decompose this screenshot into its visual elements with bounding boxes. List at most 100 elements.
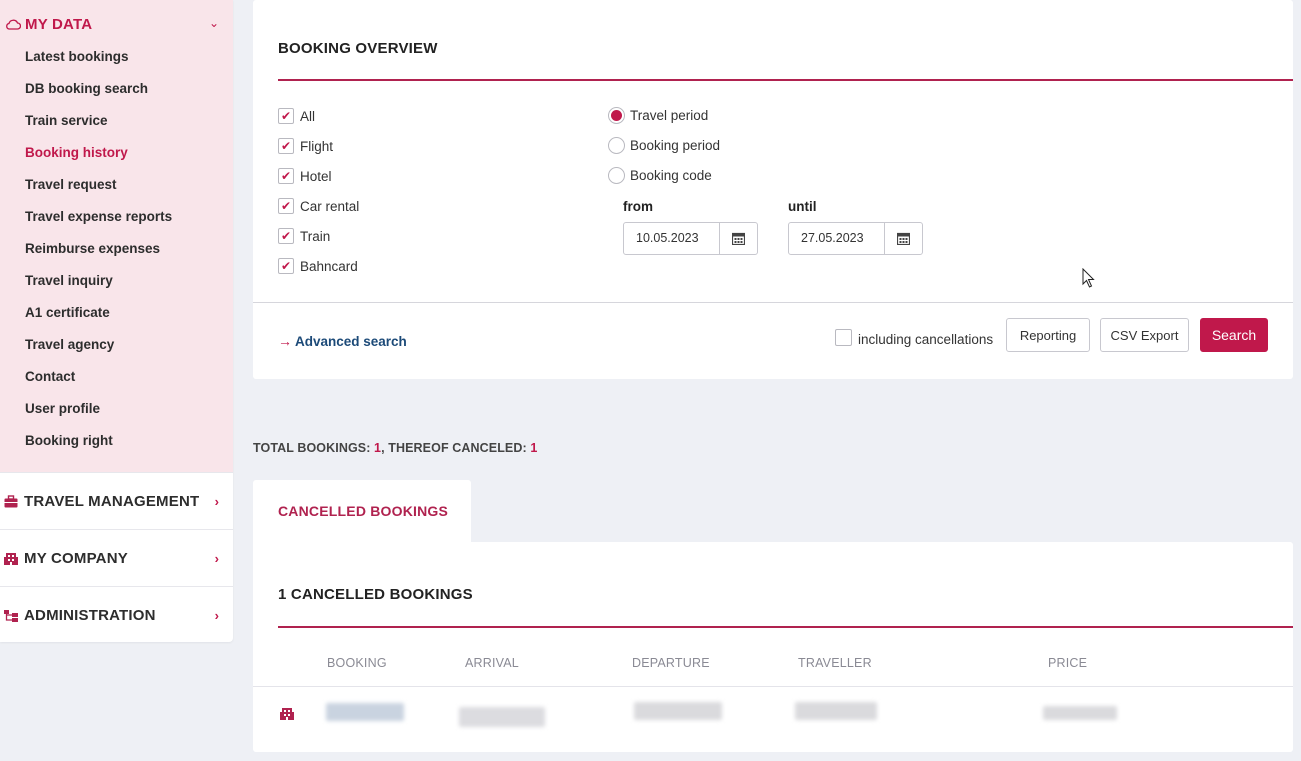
csv-export-button[interactable]: CSV Export [1100,318,1189,352]
checkbox-label: Bahncard [300,258,358,274]
sidebar-item-travel-agency[interactable]: Travel agency [25,336,172,368]
checkmark-icon[interactable]: ✔ [278,108,294,124]
sidebar-item-travel-inquiry[interactable]: Travel inquiry [25,272,172,304]
radio-dot[interactable] [608,167,625,184]
calendar-icon[interactable] [720,223,757,254]
canceled-label: , THEREOF CANCELED: [381,441,531,455]
checkbox-car-rental[interactable]: ✔ Car rental [278,198,359,214]
checkbox-flight[interactable]: ✔ Flight [278,138,333,154]
search-button[interactable]: Search [1200,318,1268,352]
radio-dot[interactable] [608,137,625,154]
my-data-header[interactable]: MY DATA ⌄ [5,14,225,34]
column-header-arrival[interactable]: ARRIVAL [465,656,519,670]
sidebar: MY DATA ⌄ Latest bookings DB booking sea… [0,0,233,642]
chevron-down-icon: ⌄ [208,16,219,30]
radio-travel-period[interactable]: Travel period [608,107,708,124]
title-underline [278,79,1293,81]
until-label: until [788,199,817,214]
from-date-value[interactable]: 10.05.2023 [624,223,720,254]
checkbox-box[interactable] [835,329,852,346]
checkbox-hotel[interactable]: ✔ Hotel [278,168,332,184]
chevron-right-icon: › [214,493,219,509]
checkbox-bahncard[interactable]: ✔ Bahncard [278,258,358,274]
booking-totals: TOTAL BOOKINGS: 1, THEREOF CANCELED: 1 [253,441,537,455]
radio-label: Travel period [630,108,709,123]
checkmark-icon[interactable]: ✔ [278,168,294,184]
radio-label: Booking period [630,138,721,153]
checkmark-icon[interactable]: ✔ [278,198,294,214]
sidebar-item-contact[interactable]: Contact [25,368,172,400]
checkbox-label: All [300,108,316,124]
until-date-value[interactable]: 27.05.2023 [789,223,885,254]
advanced-search-link[interactable]: → Advanced search [278,333,407,349]
cloud-icon [6,19,21,30]
section-label: MY COMPANY [24,549,128,567]
blurred-arrival-cell [459,707,545,727]
sidebar-item-user-profile[interactable]: User profile [25,400,172,432]
building-icon [280,708,294,720]
blurred-price-cell [1043,706,1117,720]
org-chart-icon [4,609,18,622]
checkbox-label: Hotel [300,168,332,184]
results-title: 1 CANCELLED BOOKINGS [278,586,473,603]
reporting-button[interactable]: Reporting [1006,318,1090,352]
checkbox-all[interactable]: ✔ All [278,108,315,124]
chevron-right-icon: › [214,550,219,566]
sidebar-item-booking-history[interactable]: Booking history [25,144,172,176]
including-cancellations-checkbox[interactable]: including cancellations [835,329,994,347]
section-label: TRAVEL MANAGEMENT [24,492,200,510]
checkbox-label: Train [300,228,331,244]
column-header-price[interactable]: PRICE [1048,656,1087,670]
my-data-menu: Latest bookings DB booking search Train … [25,48,172,464]
from-label: from [623,199,653,214]
blurred-traveller-cell [795,702,877,720]
my-data-section: MY DATA ⌄ Latest bookings DB booking sea… [0,0,233,472]
from-date-field[interactable]: 10.05.2023 [623,222,758,255]
sidebar-item-travel-request[interactable]: Travel request [25,176,172,208]
column-header-booking[interactable]: BOOKING [327,656,387,670]
header-divider [253,686,1293,687]
tab-cancelled-bookings[interactable]: CANCELLED BOOKINGS [253,480,471,542]
blurred-departure-cell [634,702,722,720]
radio-booking-code[interactable]: Booking code [608,167,712,184]
sidebar-item-a1-certificate[interactable]: A1 certificate [25,304,172,336]
section-label: ADMINISTRATION [24,606,156,624]
sidebar-item-reimburse-expenses[interactable]: Reimburse expenses [25,240,172,272]
including-cancellations-label: including cancellations [858,332,994,347]
chevron-right-icon: › [214,607,219,623]
column-header-traveller[interactable]: TRAVELLER [798,656,872,670]
sidebar-item-latest-bookings[interactable]: Latest bookings [25,48,172,80]
sidebar-item-booking-right[interactable]: Booking right [25,432,172,464]
title-underline [278,626,1293,628]
briefcase-icon [4,494,18,507]
checkmark-icon[interactable]: ✔ [278,138,294,154]
checkbox-label: Car rental [300,198,360,214]
checkmark-icon[interactable]: ✔ [278,258,294,274]
mouse-cursor-icon [1082,268,1095,288]
cancelled-bookings-card: 1 CANCELLED BOOKINGS BOOKING ARRIVAL DEP… [253,542,1293,752]
radio-label: Booking code [630,168,712,183]
blurred-booking-cell [326,703,404,721]
booking-overview-card: BOOKING OVERVIEW ✔ All ✔ Flight ✔ Hotel … [253,0,1293,379]
total-label: TOTAL BOOKINGS: [253,441,375,455]
advanced-search-label: Advanced search [295,333,407,349]
building-icon [4,552,18,565]
checkbox-label: Flight [300,138,334,154]
my-data-title: MY DATA [25,15,93,33]
sidebar-section-administration[interactable]: ADMINISTRATION › [0,586,233,643]
arrow-right-icon: → [278,333,292,349]
sidebar-section-travel-management[interactable]: TRAVEL MANAGEMENT › [0,472,233,529]
column-header-departure[interactable]: DEPARTURE [632,656,710,670]
checkmark-icon[interactable]: ✔ [278,228,294,244]
sidebar-section-my-company[interactable]: MY COMPANY › [0,529,233,586]
radio-dot[interactable] [608,107,625,124]
sidebar-item-travel-expense-reports[interactable]: Travel expense reports [25,208,172,240]
sidebar-item-db-booking-search[interactable]: DB booking search [25,80,172,112]
booking-overview-title: BOOKING OVERVIEW [278,40,438,57]
form-divider [253,302,1293,303]
radio-booking-period[interactable]: Booking period [608,137,720,154]
until-date-field[interactable]: 27.05.2023 [788,222,923,255]
calendar-icon[interactable] [885,223,922,254]
sidebar-item-train-service[interactable]: Train service [25,112,172,144]
checkbox-train[interactable]: ✔ Train [278,228,330,244]
